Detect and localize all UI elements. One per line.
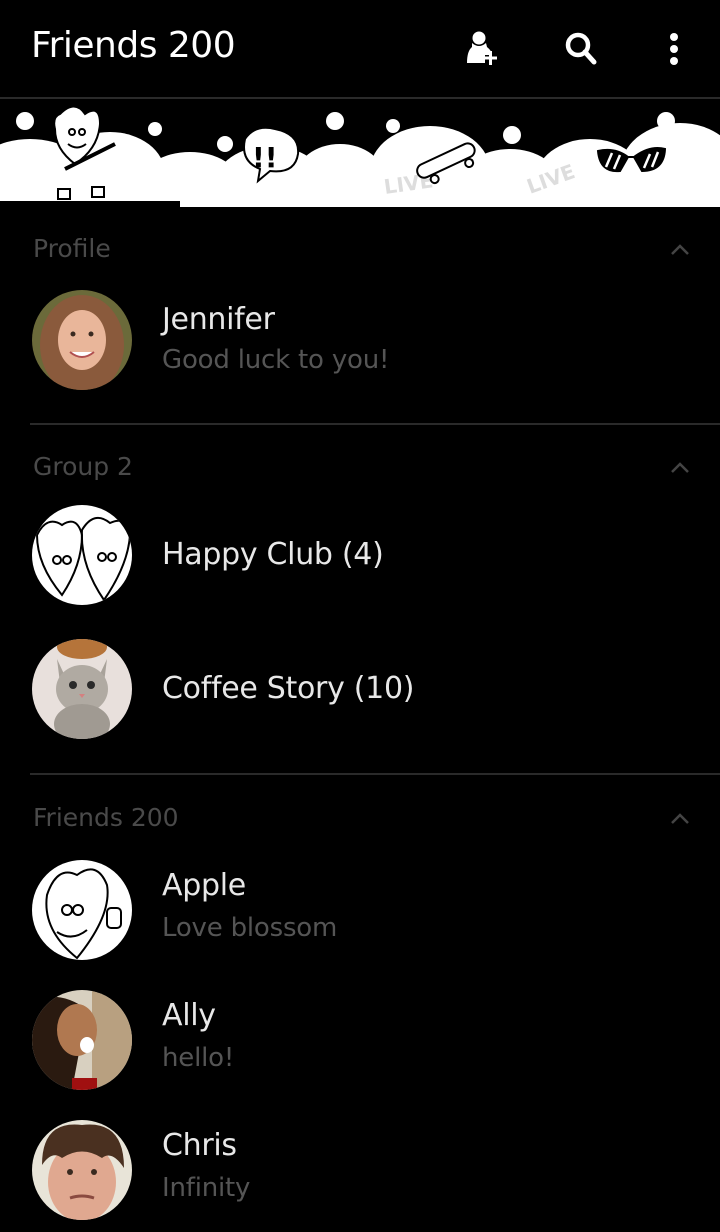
chevron-up-icon[interactable]: [668, 238, 692, 262]
list-item[interactable]: Chris Infinity: [0, 1110, 720, 1230]
avatar: [32, 1120, 132, 1220]
section-title: Group 2: [33, 452, 133, 481]
section-header-profile[interactable]: Profile: [0, 222, 720, 282]
contact-name: Chris: [162, 1128, 237, 1163]
section-header-groups[interactable]: Group 2: [0, 440, 720, 500]
avatar: [32, 290, 132, 390]
avatar-photo-laughing-woman-icon: [32, 990, 132, 1090]
section-divider: [30, 423, 720, 425]
top-app-bar: Friends 200: [0, 0, 720, 99]
contact-name: Apple: [162, 868, 246, 903]
banner-edge: [0, 201, 180, 209]
list-item[interactable]: Apple Love blossom: [0, 850, 720, 970]
group-name: Happy Club (4): [162, 537, 384, 572]
contact-name: Jennifer: [162, 302, 275, 337]
add-friend-button[interactable]: [458, 24, 508, 74]
search-icon: [565, 32, 597, 65]
avatar-photo-woman-icon: [32, 290, 132, 390]
chevron-up-icon[interactable]: [668, 456, 692, 480]
section-title: Friends 200: [33, 803, 179, 832]
more-vert-icon: [670, 33, 678, 65]
contact-status: Infinity: [162, 1173, 251, 1203]
list-item[interactable]: Happy Club (4): [0, 495, 720, 615]
page-title: Friends 200: [31, 25, 236, 66]
svg-text:!!: !!: [252, 141, 278, 174]
section-divider: [30, 773, 720, 775]
add-person-icon: [467, 31, 497, 65]
section-title: Profile: [33, 234, 111, 263]
avatar-cartoon-hearts-icon: [32, 505, 132, 605]
contact-name: Ally: [162, 998, 216, 1033]
section-header-friends[interactable]: Friends 200: [0, 791, 720, 851]
theme-banner: LIVE LIVE !!: [0, 99, 720, 207]
avatar: [32, 860, 132, 960]
avatar-photo-young-man-icon: [32, 1120, 132, 1220]
avatar: [32, 990, 132, 1090]
list-item[interactable]: Ally hello!: [0, 980, 720, 1100]
group-name: Coffee Story (10): [162, 671, 415, 706]
avatar: [32, 505, 132, 605]
avatar: [32, 639, 132, 739]
contact-status: Love blossom: [162, 913, 338, 943]
list-item[interactable]: Coffee Story (10): [0, 629, 720, 749]
doodle-banner-illustration: LIVE LIVE !!: [0, 99, 720, 207]
avatar-cartoon-heart-icon: [32, 860, 132, 960]
list-item[interactable]: Jennifer Good luck to you!: [0, 280, 720, 400]
search-button[interactable]: [556, 24, 606, 74]
contact-status: hello!: [162, 1043, 235, 1073]
more-options-button[interactable]: [649, 24, 699, 74]
chevron-up-icon[interactable]: [668, 807, 692, 831]
contact-status: Good luck to you!: [162, 345, 390, 375]
avatar-cat-photo-icon: [32, 639, 132, 739]
